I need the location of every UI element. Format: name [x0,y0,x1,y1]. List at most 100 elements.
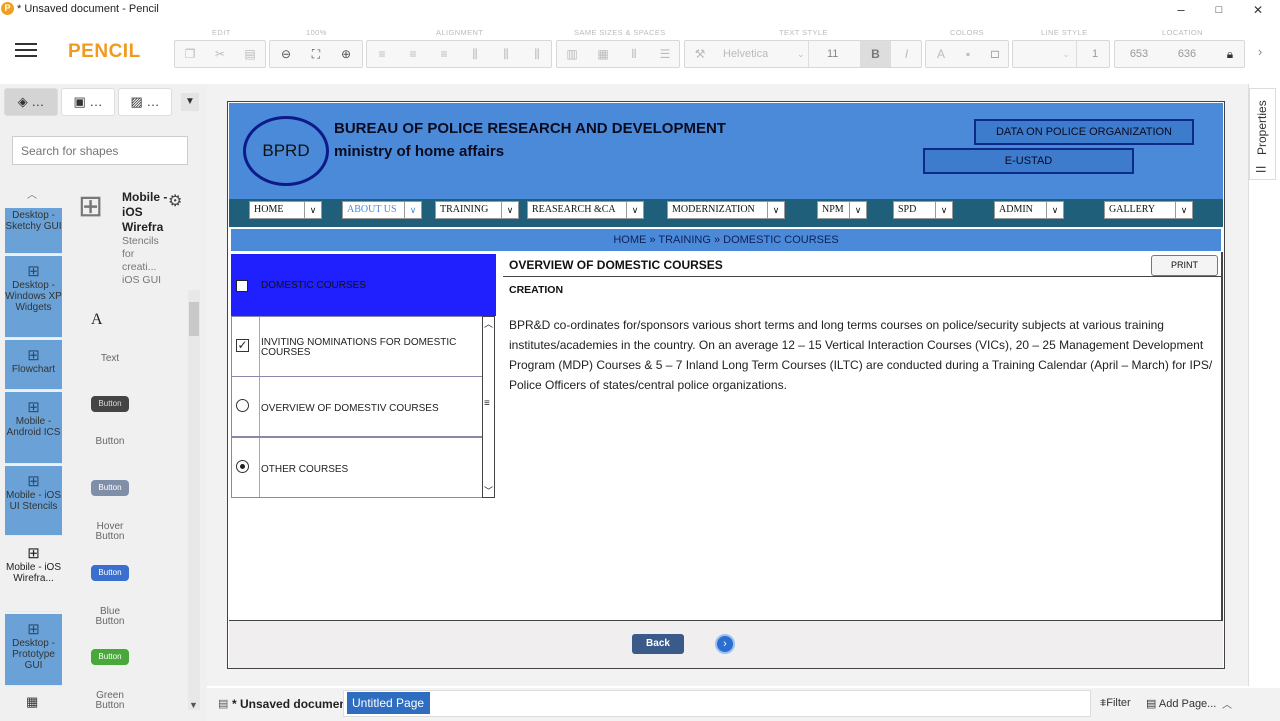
stroke-color-icon[interactable]: □ [980,41,1010,67]
data-police-org-button[interactable]: DATA ON POLICE ORGANIZATION [974,119,1194,145]
menu-item-inviting-nominations[interactable]: ✓ INVITING NOMINATIONS FOR DOMESTIC COUR… [231,316,483,377]
minimize-button[interactable]: – [1161,0,1201,20]
copy-icon[interactable]: ❐ [175,41,205,67]
shape-green-button[interactable]: Button Green Button [88,649,132,711]
sliders-icon[interactable]: ⚌ [1255,160,1267,176]
format-painter-icon[interactable]: ⚒ [685,41,715,67]
filter-button[interactable]: ⩨Filter [1100,697,1131,710]
scroll-up-icon[interactable]: ︿ [484,317,493,330]
chevron-down-icon: ∨ [626,202,643,218]
fill-color-icon[interactable]: ▪ [953,41,983,67]
document-icon: ▤ [218,698,229,710]
add-page-icon: ▤ [1146,698,1157,710]
cut-icon[interactable]: ✂ [205,41,235,67]
tab-collections[interactable]: ◈ … [4,88,58,116]
v-space-icon[interactable]: ☰ [650,41,680,67]
fit-icon[interactable]: ⛶ [301,41,331,67]
collection-desktop-winxp[interactable]: ⊞ Desktop - Windows XP Widgets [5,256,62,338]
print-button[interactable]: PRINT [1151,255,1218,276]
text-style-group: ⚒ Helvetica ⌄ 11 B I [684,40,922,68]
next-arrow-icon[interactable]: › [715,634,735,654]
scroll-up-icon[interactable]: ︿ [27,186,37,201]
checkbox[interactable] [236,280,248,292]
menu-item-overview[interactable]: OVERVIEW OF DOMESTIV COURSES [231,376,483,437]
scroll-down-icon[interactable]: ﹀ [484,484,493,497]
search-shapes-input[interactable] [12,136,188,165]
layers-icon: ◈ [17,94,28,109]
gear-icon[interactable]: ⚙ [168,191,182,211]
zoom-in-icon[interactable]: ⊕ [331,41,361,67]
align-top-icon[interactable]: ⫼ [460,41,490,67]
back-button[interactable]: Back [632,634,684,654]
line-width-field[interactable]: 1 [1081,41,1109,67]
menu-scrollbar[interactable]: ︿ ≡ ﹀ [482,316,495,498]
collection-desktop-prototype[interactable]: ⊞ Desktop - Prototype GUI [5,614,62,686]
briefcase-icon: ▣ [73,94,86,109]
align-left-icon[interactable]: ≡ [367,41,397,67]
nav-npm[interactable]: NPM ∨ [817,201,867,219]
radio-button-selected[interactable] [236,460,249,473]
zoom-out-icon[interactable]: ⊖ [271,41,301,67]
nav-spd[interactable]: SPD ∨ [893,201,953,219]
nav-modernization[interactable]: MODERNIZATION ∨ [667,201,785,219]
group-label-sizes: SAME SIZES & SPACES [574,28,666,37]
shape-text[interactable]: A Text [88,311,132,364]
nav-admin[interactable]: ADMIN ∨ [994,201,1064,219]
close-button[interactable]: ✕ [1238,0,1278,20]
font-name-select[interactable]: Helvetica [717,41,809,67]
align-center-icon[interactable]: ≡ [398,41,428,67]
menu-item-domestic-courses[interactable]: DOMESTIC COURSES [231,254,496,316]
e-ustad-button[interactable]: E-USTAD [923,148,1134,174]
align-bottom-icon[interactable]: ⫼ [522,41,552,67]
collection-android-ics[interactable]: ⊞ Mobile - Android ICS [5,392,62,464]
site-title: BUREAU OF POLICE RESEARCH AND DEVELOPMEN… [334,120,726,137]
line-style-select[interactable]: ⌄ [1019,41,1077,67]
scroll-down-icon[interactable]: ▼ [189,700,198,710]
menu-item-other-courses[interactable]: OTHER COURSES [231,437,483,498]
same-height-icon[interactable]: ▦ [588,41,618,67]
radio-button[interactable] [236,399,249,412]
shapes-scrollbar[interactable] [188,290,200,710]
paste-icon[interactable]: ▤ [235,41,265,67]
pin-icon[interactable]: ▼ [181,93,199,111]
h-space-icon[interactable]: ⫴ [619,41,649,67]
add-page-button[interactable]: ▤ Add Page... [1146,697,1216,710]
course-menu: DOMESTIC COURSES ✓ INVITING NOMINATIONS … [231,254,496,498]
italic-button[interactable]: I [891,41,922,67]
text-color-icon[interactable]: A [926,41,956,67]
breadcrumb: HOME » TRAINING » DOMESTIC COURSES [231,229,1221,251]
nav-gallery[interactable]: GALLERY ∨ [1104,201,1193,219]
location-x-field[interactable]: 653 [1115,41,1163,67]
page-tab-untitled[interactable]: Untitled Page [347,692,430,714]
collection-desktop-sketchy[interactable]: Desktop - Sketchy GUI [5,208,62,254]
collections-grid-icon[interactable]: ▦ [26,694,38,710]
chevron-right-icon[interactable]: › [1258,44,1262,59]
location-y-field[interactable]: 636 [1163,41,1211,67]
maximize-button[interactable]: □ [1199,0,1239,20]
nav-training[interactable]: TRAINING ∨ [435,201,519,219]
bold-button[interactable]: B [860,41,891,67]
nav-research[interactable]: REASEARCH &CA ∨ [527,201,644,219]
sizes-group: ▥ ▦ ⫴ ☰ [556,40,680,68]
tab-clipart[interactable]: ▨ … [118,88,172,116]
chevron-down-icon: ⌄ [797,49,805,59]
tab-private[interactable]: ▣ … [61,88,115,116]
chevron-up-icon[interactable]: ︿ [1222,696,1232,711]
align-middle-icon[interactable]: ⫼ [491,41,521,67]
window-title: * Unsaved document - Pencil [17,3,159,15]
align-right-icon[interactable]: ≡ [429,41,459,67]
menu-icon[interactable] [15,43,37,59]
same-width-icon[interactable]: ▥ [557,41,587,67]
site-subtitle: ministry of home affairs [334,143,505,160]
shape-blue-button[interactable]: Button Blue Button [88,565,132,627]
collection-ios-ui[interactable]: ⊞ Mobile - iOS UI Stencils [5,466,62,536]
lock-icon[interactable]: 🔒︎ [1215,41,1245,67]
shape-button[interactable]: Button Button [88,396,132,447]
shape-hover-button[interactable]: Button Hover Button [88,480,132,542]
font-size-field[interactable]: 11 [813,41,859,67]
nav-about-us[interactable]: ABOUT US ∨ [342,201,422,219]
checkbox-checked[interactable]: ✓ [236,339,249,352]
nav-home[interactable]: HOME ∨ [249,201,322,219]
collection-flowchart[interactable]: ⊞ Flowchart [5,340,62,390]
collection-ios-wireframe[interactable]: ⊞ Mobile - iOS Wirefra... [5,538,62,612]
